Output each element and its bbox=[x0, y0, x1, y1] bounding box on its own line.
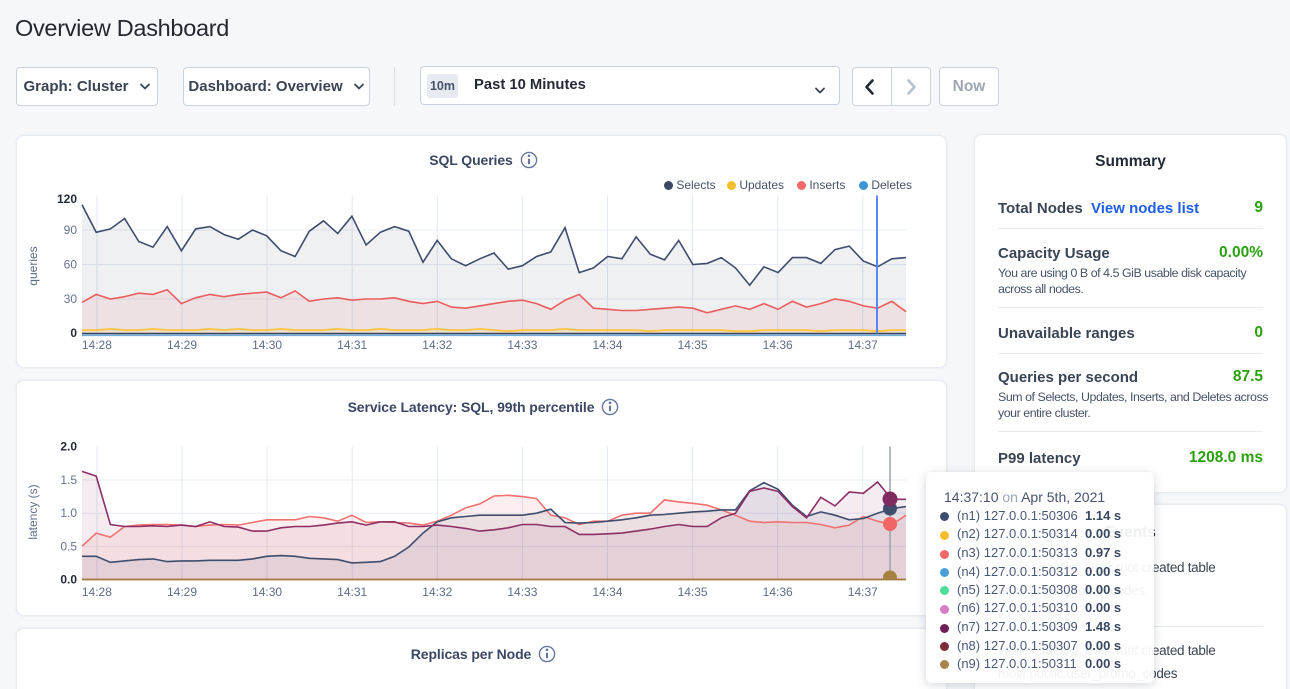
svg-text:14:29: 14:29 bbox=[167, 338, 197, 352]
svg-text:0.5: 0.5 bbox=[60, 540, 77, 554]
svg-text:14:29: 14:29 bbox=[167, 585, 197, 599]
svg-text:14:32: 14:32 bbox=[422, 338, 452, 352]
svg-text:1.0: 1.0 bbox=[60, 506, 77, 520]
svg-text:14:33: 14:33 bbox=[507, 585, 537, 599]
svg-text:60: 60 bbox=[64, 258, 78, 272]
svg-text:14:31: 14:31 bbox=[337, 585, 367, 599]
svg-text:14:33: 14:33 bbox=[507, 338, 537, 352]
svg-text:14:28: 14:28 bbox=[82, 338, 112, 352]
svg-text:14:32: 14:32 bbox=[422, 585, 452, 599]
svg-text:14:36: 14:36 bbox=[763, 338, 793, 352]
svg-text:120: 120 bbox=[57, 192, 77, 206]
svg-text:14:34: 14:34 bbox=[592, 585, 622, 599]
svg-text:queries: queries bbox=[26, 246, 40, 285]
svg-text:14:31: 14:31 bbox=[337, 338, 367, 352]
svg-text:14:36: 14:36 bbox=[763, 585, 793, 599]
svg-text:14:37: 14:37 bbox=[848, 338, 878, 352]
svg-text:2.0: 2.0 bbox=[60, 440, 77, 454]
svg-text:14:37: 14:37 bbox=[848, 585, 878, 599]
svg-text:14:35: 14:35 bbox=[678, 338, 708, 352]
svg-text:30: 30 bbox=[64, 292, 78, 306]
svg-text:90: 90 bbox=[64, 223, 78, 237]
svg-text:latency (s): latency (s) bbox=[26, 484, 40, 539]
svg-text:14:30: 14:30 bbox=[252, 585, 282, 599]
svg-text:0: 0 bbox=[70, 326, 77, 340]
svg-text:14:30: 14:30 bbox=[252, 338, 282, 352]
svg-text:1.5: 1.5 bbox=[60, 473, 77, 487]
svg-text:14:35: 14:35 bbox=[678, 585, 708, 599]
svg-text:0.0: 0.0 bbox=[60, 573, 77, 587]
svg-text:14:34: 14:34 bbox=[592, 338, 622, 352]
svg-text:14:28: 14:28 bbox=[82, 585, 112, 599]
